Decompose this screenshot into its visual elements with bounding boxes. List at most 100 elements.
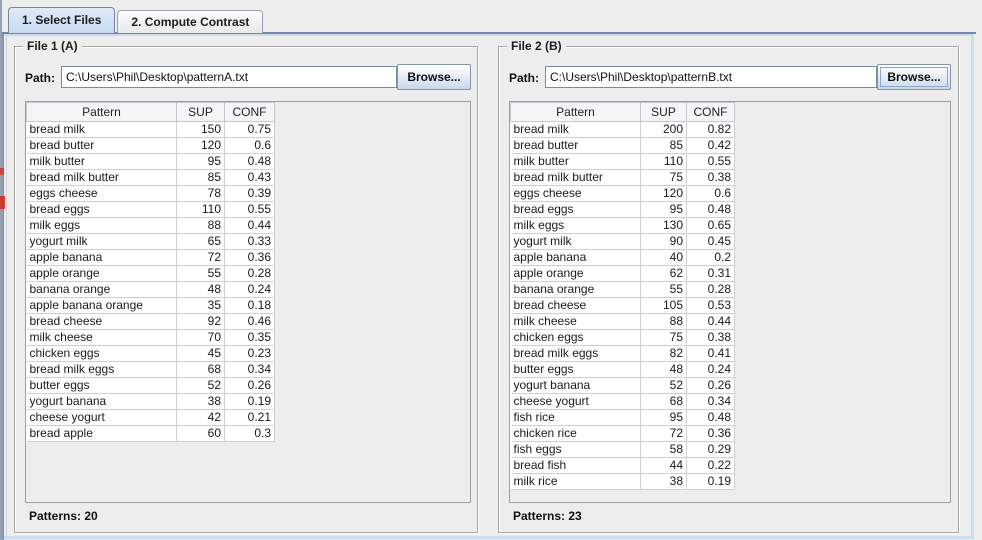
conf-column-header[interactable]: CONF	[687, 103, 735, 122]
table-row[interactable]: butter eggs520.26	[27, 378, 275, 394]
table-row[interactable]: chicken eggs450.23	[27, 346, 275, 362]
pattern-cell: bread apple	[27, 426, 177, 442]
table-row[interactable]: bread butter850.42	[511, 138, 735, 154]
sup-cell: 150	[177, 122, 225, 138]
conf-cell: 0.23	[225, 346, 275, 362]
table-row[interactable]: bread milk eggs820.41	[511, 346, 735, 362]
conf-column-header[interactable]: CONF	[225, 103, 275, 122]
file1-browse-button[interactable]: Browse...	[397, 64, 471, 90]
sup-cell: 48	[641, 362, 687, 378]
table-row[interactable]: apple orange550.28	[27, 266, 275, 282]
pattern-cell: bread fish	[511, 458, 641, 474]
conf-cell: 0.41	[687, 346, 735, 362]
table-row[interactable]: eggs cheese1200.6	[511, 186, 735, 202]
table-row[interactable]: fish rice950.48	[511, 410, 735, 426]
table-row[interactable]: milk eggs880.44	[27, 218, 275, 234]
sup-cell: 200	[641, 122, 687, 138]
sup-cell: 88	[177, 218, 225, 234]
tab-compute-contrast[interactable]: 2. Compute Contrast	[117, 10, 263, 33]
app-window: 1. Select Files 2. Compute Contrast File…	[0, 0, 982, 540]
table-row[interactable]: bread milk2000.82	[511, 122, 735, 138]
table-row[interactable]: chicken rice720.36	[511, 426, 735, 442]
table-row[interactable]: banana orange550.28	[511, 282, 735, 298]
table-row[interactable]: cheese yogurt420.21	[27, 410, 275, 426]
pattern-column-header[interactable]: Pattern	[27, 103, 177, 122]
conf-cell: 0.44	[225, 218, 275, 234]
tab-select-files[interactable]: 1. Select Files	[8, 7, 115, 33]
conf-cell: 0.45	[687, 234, 735, 250]
table-row[interactable]: bread milk eggs680.34	[27, 362, 275, 378]
sup-cell: 58	[641, 442, 687, 458]
table-row[interactable]: butter eggs480.24	[511, 362, 735, 378]
pattern-cell: bread eggs	[511, 202, 641, 218]
sup-column-header[interactable]: SUP	[177, 103, 225, 122]
table-row[interactable]: banana orange480.24	[27, 282, 275, 298]
file2-table-scrollpane[interactable]: Pattern SUP CONF bread milk2000.82bread …	[509, 101, 951, 503]
table-row[interactable]: bread milk1500.75	[27, 122, 275, 138]
table-row[interactable]: cheese yogurt680.34	[511, 394, 735, 410]
sup-cell: 88	[641, 314, 687, 330]
conf-cell: 0.18	[225, 298, 275, 314]
table-row[interactable]: bread cheese920.46	[27, 314, 275, 330]
sup-cell: 48	[177, 282, 225, 298]
file1-panel: File 1 (A) Path: Browse... Pattern SUP C…	[14, 46, 478, 533]
file2-browse-button[interactable]: Browse...	[877, 64, 951, 90]
sup-cell: 68	[641, 394, 687, 410]
table-row[interactable]: yogurt banana520.26	[511, 378, 735, 394]
table-row[interactable]: chicken eggs750.38	[511, 330, 735, 346]
screen-artifact	[0, 168, 4, 175]
table-row[interactable]: apple banana720.36	[27, 250, 275, 266]
conf-cell: 0.28	[687, 282, 735, 298]
conf-cell: 0.33	[225, 234, 275, 250]
sup-cell: 72	[641, 426, 687, 442]
tab-content-bottom-border	[4, 536, 974, 539]
conf-cell: 0.38	[687, 330, 735, 346]
table-row[interactable]: apple orange620.31	[511, 266, 735, 282]
conf-cell: 0.46	[225, 314, 275, 330]
table-row[interactable]: apple banana orange350.18	[27, 298, 275, 314]
table-row[interactable]: bread milk butter750.38	[511, 170, 735, 186]
file1-path-input[interactable]	[61, 66, 397, 88]
sup-cell: 85	[641, 138, 687, 154]
sup-cell: 52	[177, 378, 225, 394]
table-row[interactable]: bread apple600.3	[27, 426, 275, 442]
table-row[interactable]: milk eggs1300.65	[511, 218, 735, 234]
table-row[interactable]: bread fish440.22	[511, 458, 735, 474]
table-row[interactable]: yogurt banana380.19	[27, 394, 275, 410]
table-row[interactable]: bread cheese1050.53	[511, 298, 735, 314]
table-row[interactable]: milk butter950.48	[27, 154, 275, 170]
table-row[interactable]: bread milk butter850.43	[27, 170, 275, 186]
table-row[interactable]: milk cheese880.44	[511, 314, 735, 330]
pattern-cell: cheese yogurt	[511, 394, 641, 410]
pattern-cell: fish eggs	[511, 442, 641, 458]
pattern-column-header[interactable]: Pattern	[511, 103, 641, 122]
table-row[interactable]: bread butter1200.6	[27, 138, 275, 154]
conf-cell: 0.65	[687, 218, 735, 234]
file2-panel-title: File 2 (B)	[507, 39, 566, 53]
sup-column-header[interactable]: SUP	[641, 103, 687, 122]
sup-cell: 92	[177, 314, 225, 330]
table-row[interactable]: milk rice380.19	[511, 474, 735, 490]
table-row[interactable]: yogurt milk650.33	[27, 234, 275, 250]
table-row[interactable]: bread eggs1100.55	[27, 202, 275, 218]
table-row[interactable]: yogurt milk900.45	[511, 234, 735, 250]
table-row[interactable]: apple banana400.2	[511, 250, 735, 266]
table-row[interactable]: fish eggs580.29	[511, 442, 735, 458]
pattern-cell: fish rice	[511, 410, 641, 426]
file1-table-scrollpane[interactable]: Pattern SUP CONF bread milk1500.75bread …	[25, 101, 471, 503]
sup-cell: 62	[641, 266, 687, 282]
file2-path-input[interactable]	[545, 66, 877, 88]
conf-cell: 0.53	[687, 298, 735, 314]
sup-cell: 90	[641, 234, 687, 250]
tab-content-top-highlight	[4, 34, 974, 36]
sup-cell: 78	[177, 186, 225, 202]
sup-cell: 120	[641, 186, 687, 202]
table-row[interactable]: milk butter1100.55	[511, 154, 735, 170]
pattern-cell: yogurt milk	[511, 234, 641, 250]
table-row[interactable]: bread eggs950.48	[511, 202, 735, 218]
file1-path-label: Path:	[25, 71, 55, 85]
pattern-cell: milk eggs	[27, 218, 177, 234]
pattern-cell: milk rice	[511, 474, 641, 490]
table-row[interactable]: milk cheese700.35	[27, 330, 275, 346]
table-row[interactable]: eggs cheese780.39	[27, 186, 275, 202]
